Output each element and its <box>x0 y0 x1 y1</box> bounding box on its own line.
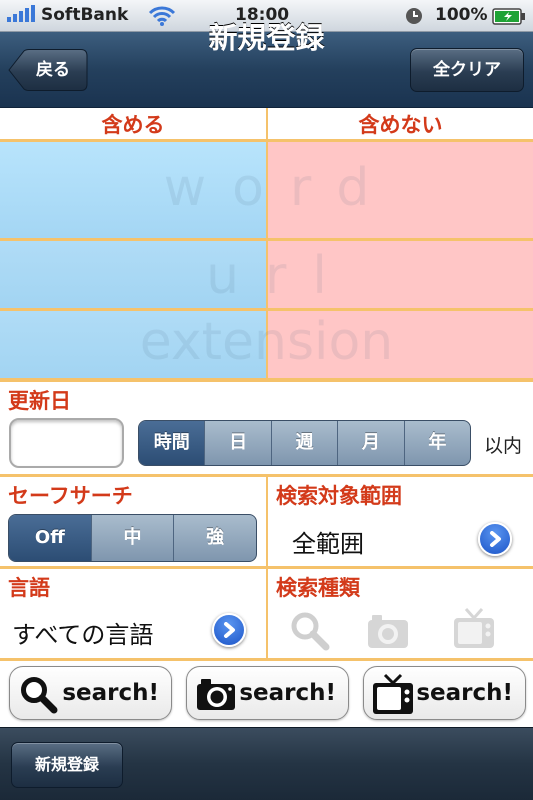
date-unit-segmented-control: 時間 日 週 月 年 <box>138 420 471 466</box>
segment-month[interactable]: 月 <box>337 421 403 465</box>
page-title: 新規登録 <box>208 21 325 55</box>
back-button-label: 戻る <box>36 60 70 80</box>
language-label: 言語 <box>8 576 50 600</box>
video-search-label: search! <box>416 680 513 706</box>
search-scope-value: 全範囲 <box>292 530 364 558</box>
video-search-button[interactable]: search! <box>363 666 526 720</box>
tv-icon <box>373 673 413 714</box>
magnifier-icon[interactable] <box>289 610 331 652</box>
segment-hour[interactable]: 時間 <box>139 421 205 465</box>
within-label: 以内 <box>484 435 523 457</box>
safesearch-moderate[interactable]: 中 <box>90 515 174 561</box>
word-placeholder: word <box>163 158 396 218</box>
url-placeholder: url <box>206 246 353 306</box>
tv-icon[interactable] <box>452 606 496 652</box>
web-search-label: search! <box>62 680 159 706</box>
language-disclosure-button[interactable] <box>212 613 246 647</box>
back-button[interactable]: 戻る <box>8 49 88 91</box>
chevron-right-icon <box>490 531 501 547</box>
include-header: 含める <box>101 113 165 137</box>
clear-all-button[interactable]: 全クリア <box>410 48 524 92</box>
divider <box>0 378 533 382</box>
segment-week[interactable]: 週 <box>270 421 337 465</box>
language-value: すべての言語 <box>12 621 154 649</box>
safesearch-label: セーフサーチ <box>8 484 133 508</box>
battery-icon <box>492 8 525 25</box>
safesearch-strict[interactable]: 強 <box>173 515 256 561</box>
image-search-label: search! <box>239 680 336 706</box>
date-amount-input[interactable] <box>9 418 124 468</box>
camera-icon[interactable] <box>366 612 410 650</box>
battery-percent: 100% <box>435 5 488 25</box>
search-scope-label: 検索対象範囲 <box>276 484 402 508</box>
updated-date-label: 更新日 <box>8 389 71 413</box>
segment-day[interactable]: 日 <box>204 421 270 465</box>
safesearch-segmented-control: Off 中 強 <box>8 514 257 562</box>
magnifier-icon <box>21 677 58 714</box>
safesearch-off[interactable]: Off <box>9 515 91 561</box>
register-button[interactable]: 新規登録 <box>11 742 123 788</box>
camera-icon <box>197 679 235 710</box>
segment-year[interactable]: 年 <box>403 421 470 465</box>
divider <box>0 566 533 569</box>
web-search-button[interactable]: search! <box>9 666 172 720</box>
divider <box>0 658 533 661</box>
image-search-button[interactable]: search! <box>186 666 349 720</box>
search-type-label: 検索種類 <box>276 576 360 600</box>
exclude-header: 含めない <box>358 113 443 137</box>
extension-placeholder: extension <box>139 312 394 372</box>
chevron-right-icon <box>224 622 235 638</box>
scope-disclosure-button[interactable] <box>478 522 512 556</box>
